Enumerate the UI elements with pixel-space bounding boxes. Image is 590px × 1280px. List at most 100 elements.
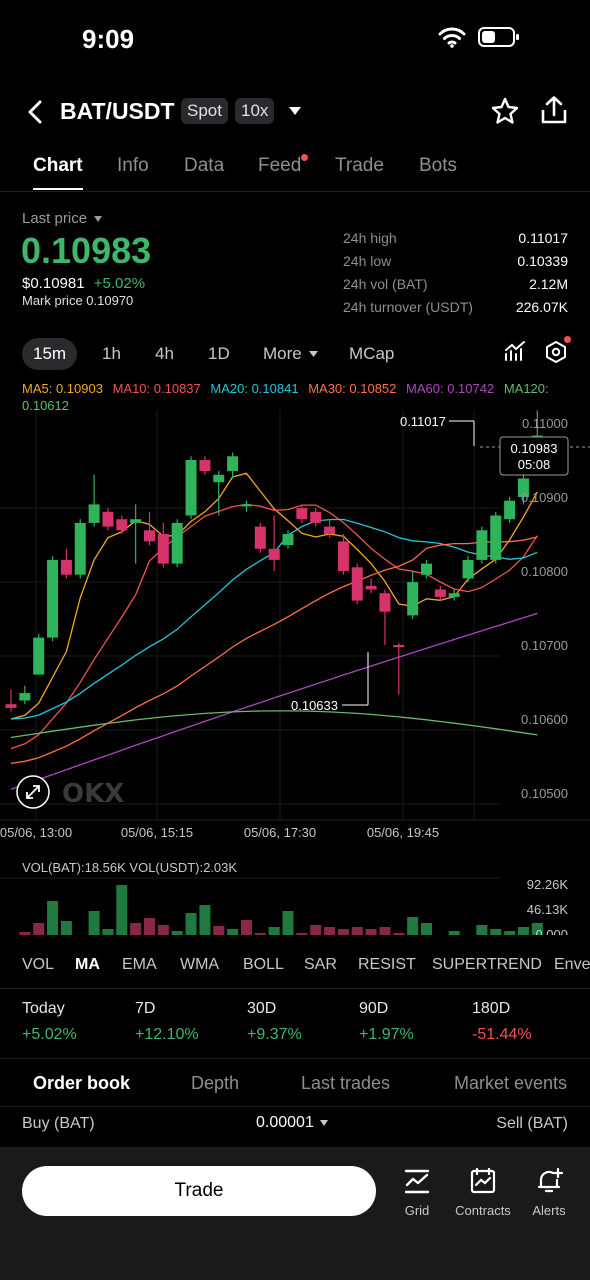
- tab-market-events[interactable]: Market events: [454, 1073, 567, 1094]
- stat-24h-high: 24h high 0.11017: [343, 230, 568, 246]
- status-time: 9:09: [82, 24, 135, 54]
- candle: [5, 689, 17, 712]
- candle: [310, 508, 322, 527]
- leverage-badge[interactable]: 10x: [235, 98, 275, 124]
- contracts-button[interactable]: Contracts: [451, 1167, 515, 1219]
- indicator-ma[interactable]: MA: [75, 956, 100, 974]
- volume-bar: [296, 933, 308, 935]
- trade-button[interactable]: Trade: [22, 1166, 376, 1216]
- indicator-resist[interactable]: RESIST: [358, 956, 416, 974]
- volume-bar: [268, 927, 280, 935]
- x-tick-label: 05/06, 19:45: [367, 825, 439, 840]
- volume-tick-label: 92.26K: [527, 877, 569, 892]
- precision-selector[interactable]: 0.00001: [256, 1114, 329, 1132]
- chart-settings-icon[interactable]: [545, 340, 567, 364]
- settings-notification-dot: [564, 336, 571, 343]
- feed-notification-dot: [301, 154, 308, 161]
- volume-bar: [19, 932, 31, 935]
- indicator-boll[interactable]: BOLL: [243, 956, 284, 974]
- star-icon[interactable]: [490, 96, 520, 126]
- mark-price: Mark price 0.10970: [22, 293, 134, 308]
- indicator-wma[interactable]: WMA: [180, 956, 219, 974]
- price-change: +5.02%: [93, 275, 146, 292]
- interval-more[interactable]: More: [263, 344, 319, 364]
- candle: [33, 633, 45, 675]
- perf-30d: 30D +9.37%: [247, 1000, 302, 1044]
- candle: [365, 578, 377, 594]
- candle: [462, 556, 474, 583]
- volume-bar: [379, 927, 391, 935]
- candle: [116, 515, 128, 534]
- volume-bar: [240, 920, 252, 935]
- indicator-envelope[interactable]: Enve: [554, 956, 590, 974]
- indicator-chart-icon[interactable]: [504, 340, 526, 362]
- perf-today: Today +5.02%: [22, 1000, 77, 1044]
- perf-value: +9.37%: [247, 1026, 302, 1043]
- candle: [254, 522, 266, 553]
- tab-last-trades[interactable]: Last trades: [301, 1073, 390, 1094]
- candle: [102, 508, 114, 531]
- interval-mcap[interactable]: MCap: [349, 344, 394, 364]
- candlestick-chart[interactable]: 0.11000 0.10900 0.10800 0.10700 0.10600 0.105…: [0, 375, 590, 935]
- contracts-icon: [470, 1167, 496, 1194]
- y-tick-label: 0.10900: [521, 490, 568, 505]
- high-marker: 0.11017: [400, 414, 475, 446]
- volume-bar: [337, 929, 349, 935]
- perf-value: +1.97%: [359, 1026, 414, 1043]
- candle: [74, 519, 86, 579]
- stat-24h-turnover: 24h turnover (USDT) 226.07K: [343, 299, 568, 315]
- back-arrow-icon[interactable]: [24, 99, 46, 125]
- tab-feed[interactable]: Feed: [258, 155, 301, 177]
- countdown-timer: 05:08: [518, 457, 551, 472]
- alerts-button[interactable]: Alerts: [517, 1167, 581, 1218]
- tab-data[interactable]: Data: [184, 155, 224, 177]
- volume-bar: [365, 929, 377, 935]
- contracts-label: Contracts: [455, 1203, 511, 1218]
- usd-price: $0.10981 +5.02%: [22, 275, 145, 292]
- current-price-tag: 0.10983 05:08: [499, 436, 569, 476]
- interval-4h[interactable]: 4h: [155, 344, 174, 364]
- divider: [0, 1058, 590, 1059]
- last-price-label: Last price: [22, 210, 88, 227]
- indicator-ema[interactable]: EMA: [122, 956, 157, 974]
- grid-button[interactable]: Grid: [385, 1167, 449, 1218]
- volume-bar: [476, 925, 488, 935]
- indicator-supertrend[interactable]: SUPERTREND: [432, 956, 542, 974]
- expand-chart-button[interactable]: [16, 775, 50, 809]
- spot-badge[interactable]: Spot: [181, 98, 228, 124]
- wifi-icon: [438, 27, 466, 48]
- interval-1d[interactable]: 1D: [208, 344, 230, 364]
- tab-trade[interactable]: Trade: [335, 155, 384, 177]
- caret-down-icon[interactable]: [287, 105, 303, 117]
- stat-24h-low: 24h low 0.10339: [343, 253, 568, 269]
- indicator-sar[interactable]: SAR: [304, 956, 337, 974]
- tab-info[interactable]: Info: [117, 155, 149, 177]
- perf-label: 7D: [135, 1000, 156, 1017]
- tab-order-book[interactable]: Order book: [33, 1073, 130, 1094]
- volume-bar: [490, 929, 502, 935]
- perf-value: +5.02%: [22, 1026, 77, 1043]
- interval-1h[interactable]: 1h: [102, 344, 121, 364]
- volume-bar: [351, 927, 363, 935]
- share-icon[interactable]: [540, 95, 568, 125]
- caret-down-icon: [308, 351, 318, 357]
- candle: [240, 500, 252, 512]
- stat-label: 24h low: [343, 253, 392, 269]
- last-price-dropdown[interactable]: Last price: [22, 210, 103, 227]
- interval-15m[interactable]: 15m: [22, 338, 78, 370]
- tab-bots[interactable]: Bots: [419, 155, 457, 177]
- perf-value: +12.10%: [135, 1026, 199, 1043]
- y-tick-label: 0.10600: [521, 712, 568, 727]
- divider: [0, 1106, 590, 1107]
- volume-bar: [144, 918, 155, 935]
- bottom-action-bar: Trade Grid Contracts Alerts: [0, 1147, 590, 1280]
- stat-value: 0.10339: [517, 253, 568, 269]
- candle: [47, 556, 59, 642]
- tab-depth[interactable]: Depth: [191, 1073, 239, 1094]
- ma-line: [10, 612, 538, 790]
- alerts-label: Alerts: [532, 1203, 566, 1218]
- grid-bot-icon: [404, 1169, 430, 1194]
- indicator-vol[interactable]: VOL: [22, 956, 54, 974]
- tab-chart[interactable]: Chart: [33, 155, 83, 190]
- pair-title[interactable]: BAT/USDT: [60, 98, 175, 125]
